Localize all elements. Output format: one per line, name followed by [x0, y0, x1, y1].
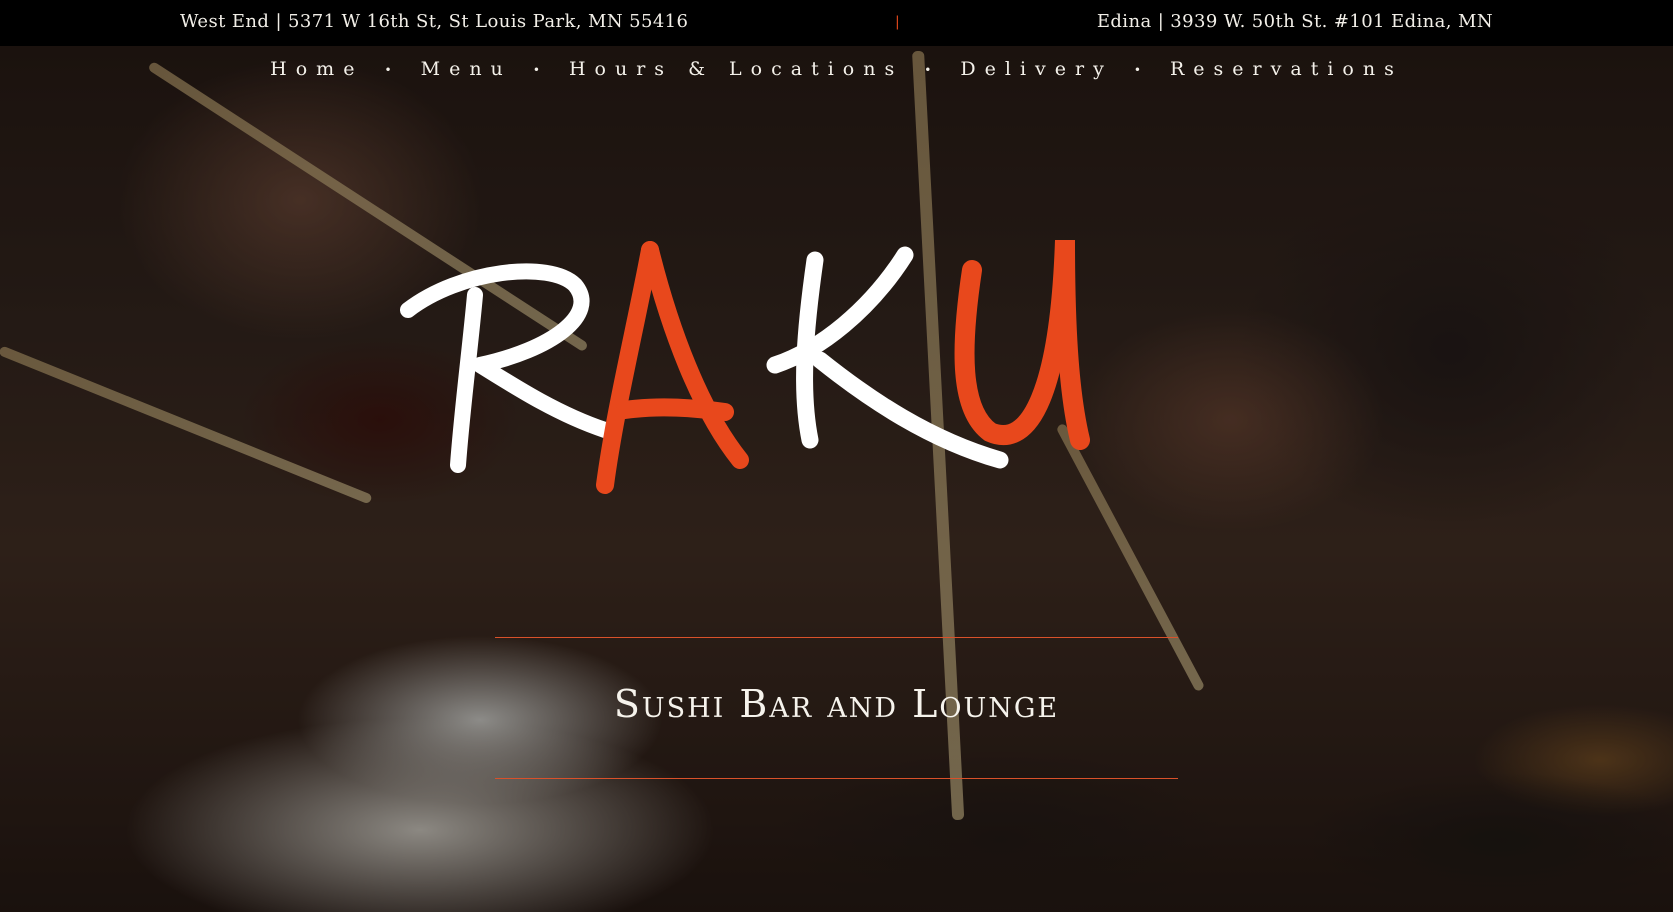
logo-letter-u: [954, 240, 1090, 450]
nav-separator: •: [384, 63, 392, 77]
nav-home[interactable]: Home: [270, 58, 363, 80]
page: West End | 5371 W 16th St, St Louis Park…: [0, 0, 1673, 912]
top-address-bar: West End | 5371 W 16th St, St Louis Park…: [0, 0, 1673, 46]
raku-logo[interactable]: [400, 240, 1160, 530]
nav-menu[interactable]: Menu: [421, 58, 512, 80]
topbar-divider: |: [895, 14, 901, 30]
nav-reservations[interactable]: Reservations: [1170, 58, 1403, 80]
edina-address[interactable]: Edina | 3939 W. 50th St. #101 Edina, MN: [1097, 11, 1493, 32]
west-end-address[interactable]: West End | 5371 W 16th St, St Louis Park…: [180, 11, 688, 32]
nav-separator: •: [924, 63, 932, 77]
nav-separator: •: [1133, 63, 1141, 77]
logo-letter-r: [400, 263, 613, 473]
nav-separator: •: [532, 63, 540, 77]
tagline-rule-bottom: [495, 778, 1178, 779]
nav-delivery[interactable]: Delivery: [960, 58, 1112, 80]
tagline: Sushi Bar and Lounge: [613, 682, 1060, 726]
main-navigation: Home • Menu • Hours & Locations • Delive…: [0, 58, 1673, 80]
nav-hours-locations[interactable]: Hours & Locations: [569, 58, 903, 80]
logo-letter-a: [596, 241, 749, 494]
tagline-rule-top: [495, 637, 1178, 638]
